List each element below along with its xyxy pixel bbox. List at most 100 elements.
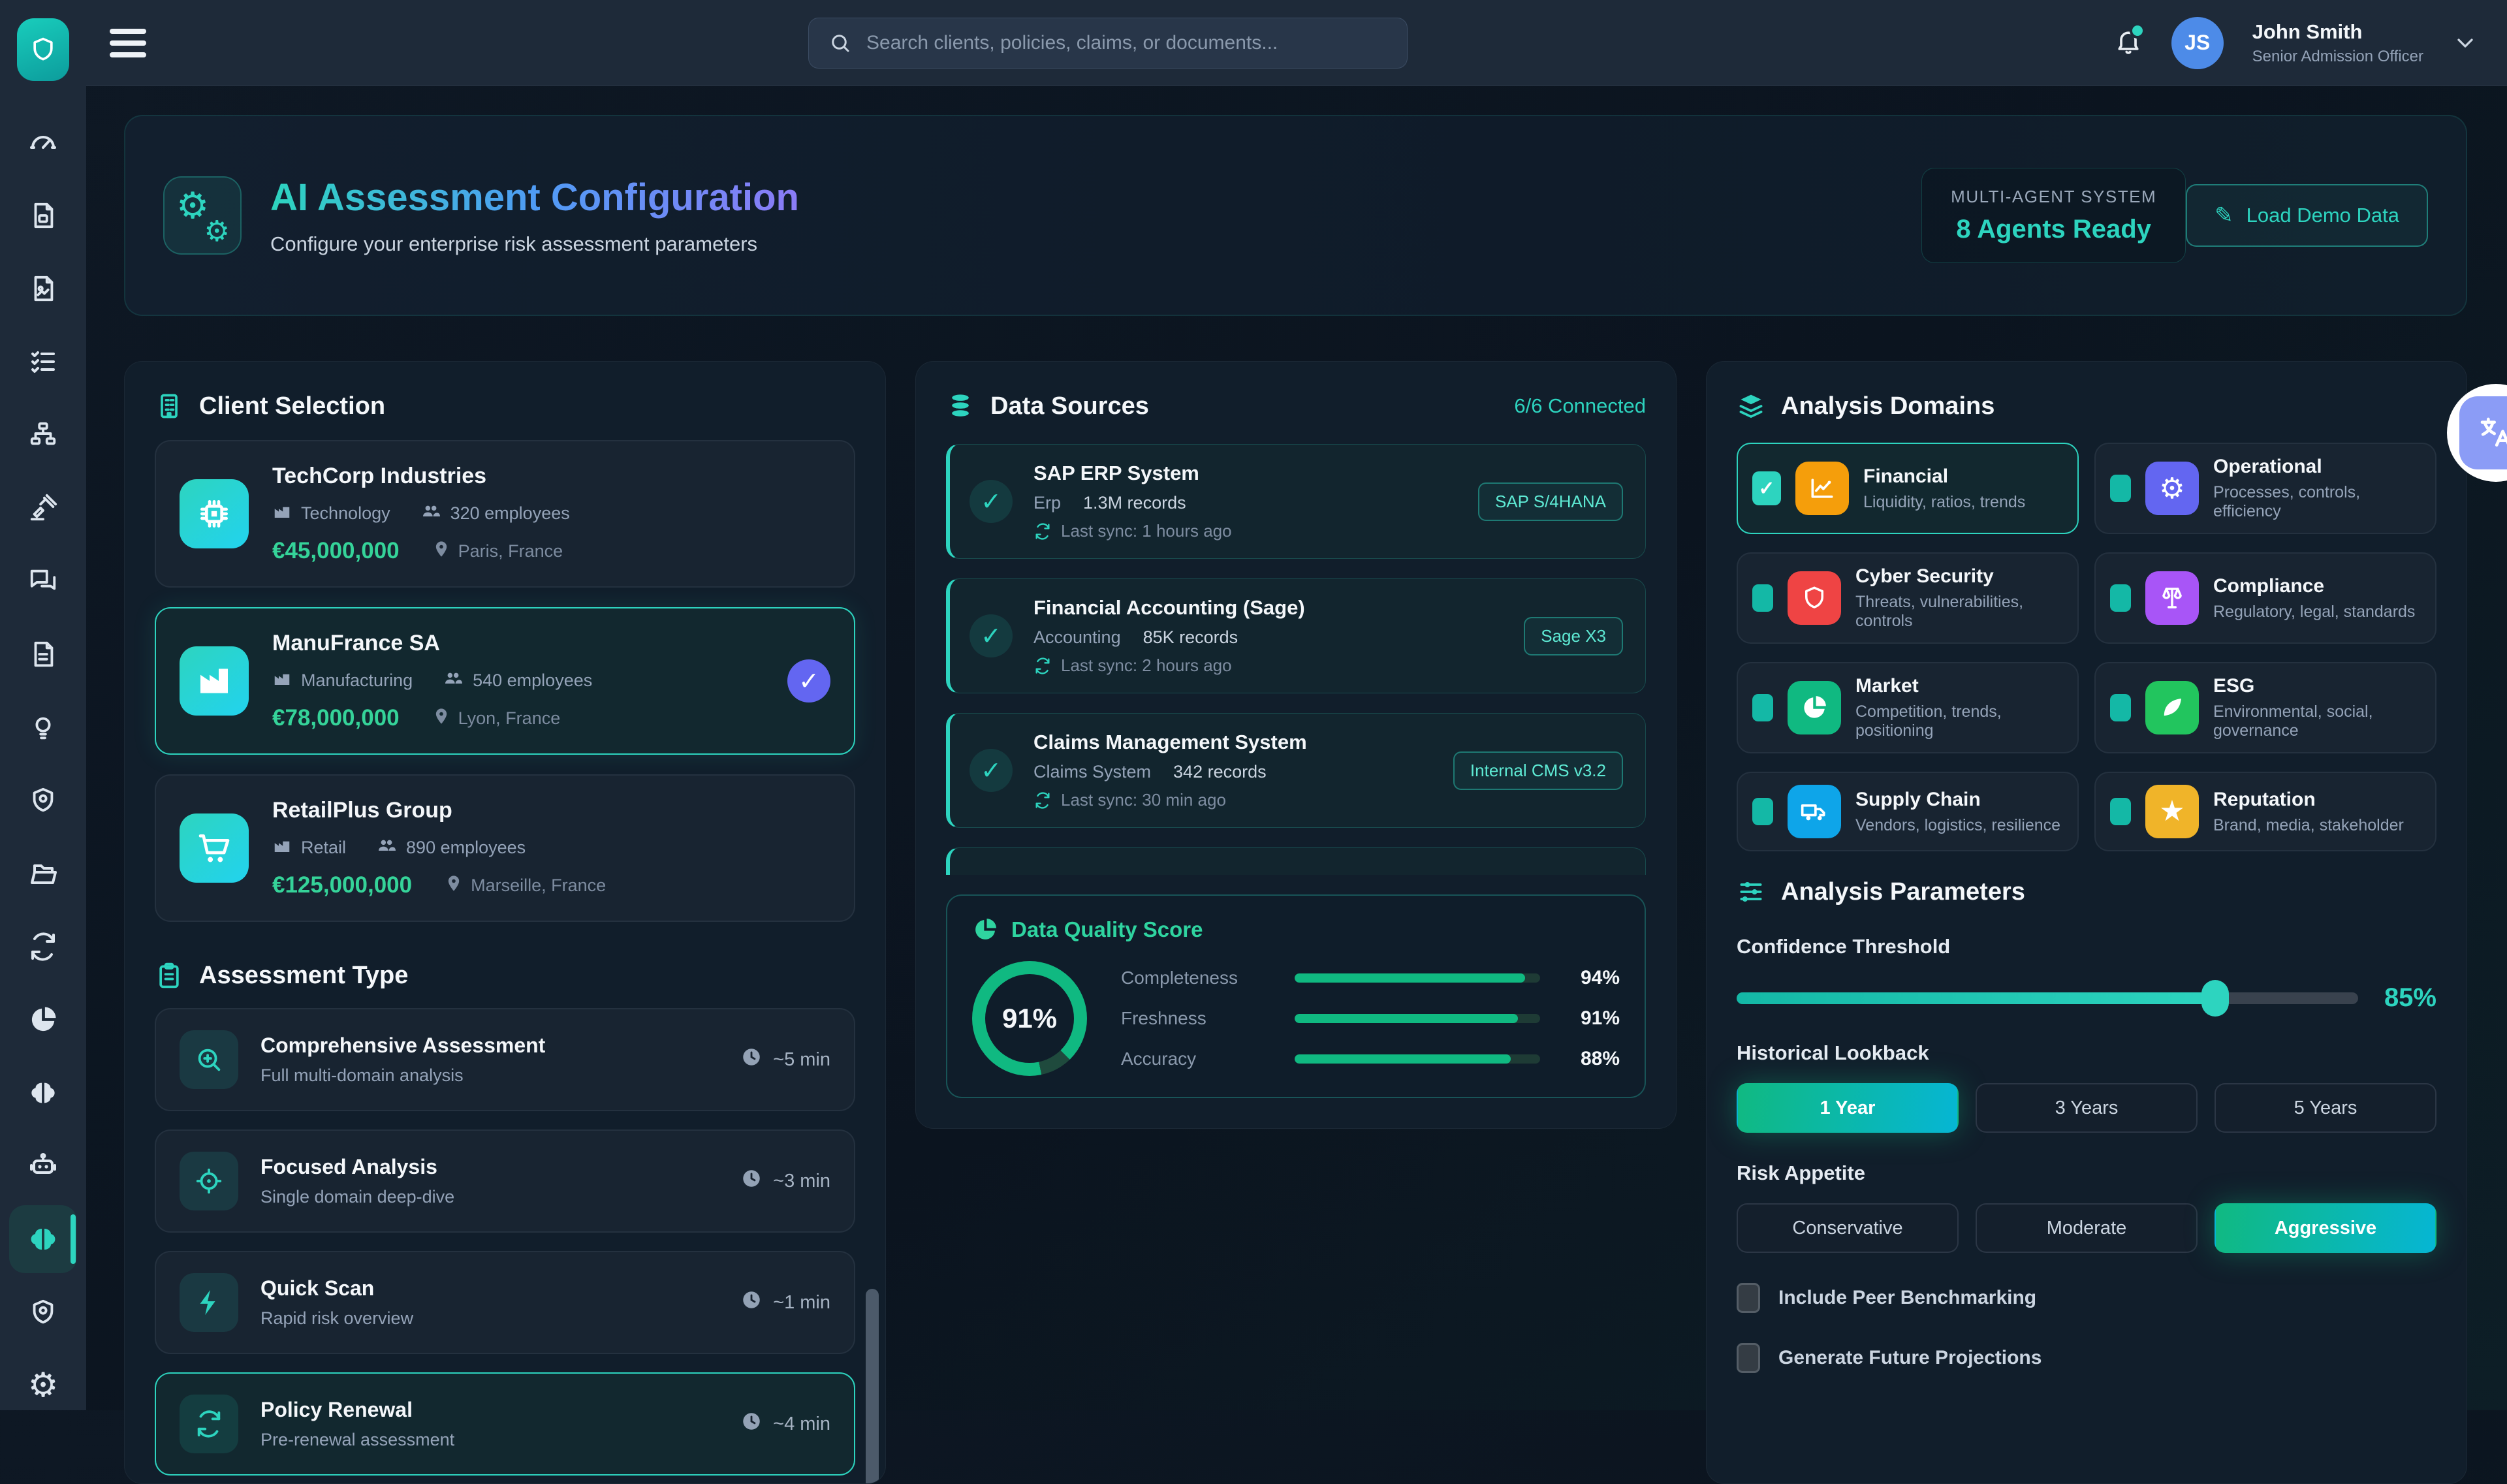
future-projections-checkbox[interactable] <box>1737 1343 1760 1373</box>
domain-checkbox[interactable] <box>2110 475 2131 502</box>
peer-benchmarking-checkbox[interactable] <box>1737 1283 1760 1313</box>
building-icon <box>155 392 183 420</box>
selected-check-icon: ✓ <box>787 659 830 703</box>
quality-overall: 91% <box>1002 1003 1057 1034</box>
source-card-sap[interactable]: ✓ SAP ERP System Erp1.3M records Last sy… <box>946 444 1646 559</box>
industry-icon <box>272 669 292 693</box>
assessment-card-comprehensive[interactable]: Comprehensive Assessment Full multi-doma… <box>155 1008 855 1111</box>
search-input[interactable]: Search clients, policies, claims, or doc… <box>808 18 1408 69</box>
domain-checkbox[interactable] <box>1752 694 1773 721</box>
risk-option-aggressive[interactable]: Aggressive <box>2215 1203 2436 1253</box>
sync-icon <box>1033 522 1052 541</box>
domain-card-esg[interactable]: ESGEnvironmental, social, governance <box>2094 662 2436 753</box>
domain-checkbox[interactable] <box>2110 694 2131 721</box>
assessment-card-focused[interactable]: Focused Analysis Single domain deep-dive… <box>155 1129 855 1233</box>
sidebar-item-chat-icon[interactable] <box>9 547 77 615</box>
notifications-button[interactable] <box>2114 27 2143 59</box>
risk-option-conservative[interactable]: Conservative <box>1737 1203 1959 1253</box>
sidebar-item-security-shield-icon[interactable] <box>9 766 77 834</box>
sidebar-item-ai-brain-icon[interactable] <box>9 1059 77 1127</box>
quality-heading: Data Quality Score <box>1011 917 1203 942</box>
user-role: Senior Admission Officer <box>2252 48 2423 66</box>
assessment-type-heading: Assessment Type <box>199 962 408 990</box>
sidebar-item-assistant-robot-icon[interactable] <box>9 1132 77 1200</box>
topbar: Search clients, policies, claims, or doc… <box>86 0 2507 86</box>
star-icon: ★ <box>2145 785 2199 838</box>
future-projections-option[interactable]: Generate Future Projections <box>1737 1343 2436 1373</box>
domain-card-compliance[interactable]: ComplianceRegulatory, legal, standards <box>2094 552 2436 644</box>
assessment-card-quick-scan[interactable]: Quick Scan Rapid risk overview ~1 min <box>155 1251 855 1354</box>
location-pin-icon <box>432 707 450 730</box>
client-card-techcorp[interactable]: TechCorp Industries Technology 320 emplo… <box>155 440 855 588</box>
search-icon <box>828 31 852 55</box>
client-selection-panel: Client Selection TechCorp Industries Tec… <box>124 361 886 1484</box>
employees-icon <box>376 835 397 860</box>
analysis-domains-heading: Analysis Domains <box>1781 392 1995 420</box>
sidebar-item-policy-file-icon[interactable] <box>9 182 77 249</box>
domain-checkbox[interactable] <box>2110 798 2131 825</box>
domain-card-reputation[interactable]: ★ ReputationBrand, media, stakeholder <box>2094 772 2436 851</box>
domain-card-cyber-security[interactable]: Cyber SecurityThreats, vulnerabilities, … <box>1737 552 2079 644</box>
crosshair-icon <box>180 1152 238 1210</box>
employees-icon <box>420 501 441 526</box>
lookback-option-1-year[interactable]: 1 Year <box>1737 1083 1959 1133</box>
client-card-manufrance-selected[interactable]: ManuFrance SA Manufacturing 540 employee… <box>155 607 855 755</box>
sources-connected-status: 6/6 Connected <box>1514 394 1646 418</box>
sidebar-item-settings-gear-icon[interactable]: ⚙ <box>9 1351 77 1419</box>
sidebar-item-tasks-icon[interactable] <box>9 328 77 396</box>
connected-check-icon: ✓ <box>970 614 1013 657</box>
chevron-down-icon[interactable] <box>2452 30 2478 56</box>
sidebar-item-compliance-shield-icon[interactable] <box>9 1278 77 1346</box>
sidebar-item-report-file-icon[interactable] <box>9 255 77 323</box>
domain-checkbox[interactable] <box>2110 584 2131 612</box>
app-logo-shield-icon[interactable] <box>17 18 69 81</box>
avatar[interactable]: JS <box>2171 17 2224 69</box>
assessment-card-policy-renewal-selected[interactable]: Policy Renewal Pre-renewal assessment ~4… <box>155 1372 855 1476</box>
gears-icon: ⚙ <box>2145 462 2199 515</box>
domain-card-supply-chain[interactable]: Supply ChainVendors, logistics, resilien… <box>1737 772 2079 851</box>
search-placeholder: Search clients, policies, claims, or doc… <box>866 32 1278 54</box>
sync-icon <box>1033 657 1052 675</box>
sidebar-item-dashboard-icon[interactable] <box>9 108 77 176</box>
industry-icon <box>272 836 292 860</box>
domain-checkbox[interactable] <box>1752 798 1773 825</box>
notification-badge <box>2130 23 2145 39</box>
lookback-option-3-years[interactable]: 3 Years <box>1976 1083 2198 1133</box>
client-revenue: €78,000,000 <box>272 705 400 731</box>
client-card-retailplus[interactable]: RetailPlus Group Retail 890 employees €1… <box>155 774 855 922</box>
confidence-slider[interactable] <box>1737 992 2358 1004</box>
magnifier-plus-icon <box>180 1030 238 1089</box>
risk-option-moderate[interactable]: Moderate <box>1976 1203 2198 1253</box>
sidebar-item-sync-icon[interactable] <box>9 913 77 981</box>
sidebar-item-ai-assessment-icon-active[interactable] <box>9 1205 77 1273</box>
slider-handle[interactable] <box>2201 980 2229 1017</box>
pencil-icon: ✎ <box>2215 202 2233 229</box>
lookback-option-5-years[interactable]: 5 Years <box>2215 1083 2436 1133</box>
source-card-hr[interactable]: ✓ HR Information System Hr System540 rec… <box>946 847 1646 875</box>
truck-icon <box>1788 785 1841 838</box>
domain-card-financial[interactable]: ✓ FinancialLiquidity, ratios, trends <box>1737 443 2079 534</box>
quality-metric-row: Accuracy 88% <box>1121 1048 1620 1070</box>
shield-icon <box>1788 571 1841 625</box>
panel-scrollbar[interactable] <box>866 1289 879 1484</box>
domain-card-market[interactable]: MarketCompetition, trends, positioning <box>1737 662 2079 753</box>
domain-checkbox[interactable] <box>1752 584 1773 612</box>
sidebar-item-insights-bulb-icon[interactable] <box>9 693 77 761</box>
sidebar-item-document-icon[interactable] <box>9 620 77 688</box>
config-banner: ⚙⚙ AI Assessment Configuration Configure… <box>124 115 2467 316</box>
menu-button[interactable] <box>110 29 146 57</box>
load-demo-data-button[interactable]: ✎ Load Demo Data <box>2186 184 2428 247</box>
sidebar-item-legal-gavel-icon[interactable] <box>9 474 77 542</box>
source-system-badge: SAP S/4HANA <box>1478 482 1623 521</box>
source-card-sage[interactable]: ✓ Financial Accounting (Sage) Accounting… <box>946 578 1646 693</box>
peer-benchmarking-option[interactable]: Include Peer Benchmarking <box>1737 1283 2436 1313</box>
domain-card-operational[interactable]: ⚙ OperationalProcesses, controls, effici… <box>2094 443 2436 534</box>
domain-checkbox-checked[interactable]: ✓ <box>1752 471 1781 505</box>
source-card-claims[interactable]: ✓ Claims Management System Claims System… <box>946 713 1646 828</box>
data-sources-panel: Data Sources 6/6 Connected ✓ SAP ERP Sys… <box>915 361 1677 1129</box>
page-title: AI Assessment Configuration <box>270 176 799 219</box>
sidebar-item-analytics-pie-icon[interactable] <box>9 986 77 1054</box>
sidebar-item-files-folder-icon[interactable] <box>9 840 77 908</box>
translate-icon <box>2459 396 2507 469</box>
sidebar-item-workflow-icon[interactable] <box>9 401 77 469</box>
